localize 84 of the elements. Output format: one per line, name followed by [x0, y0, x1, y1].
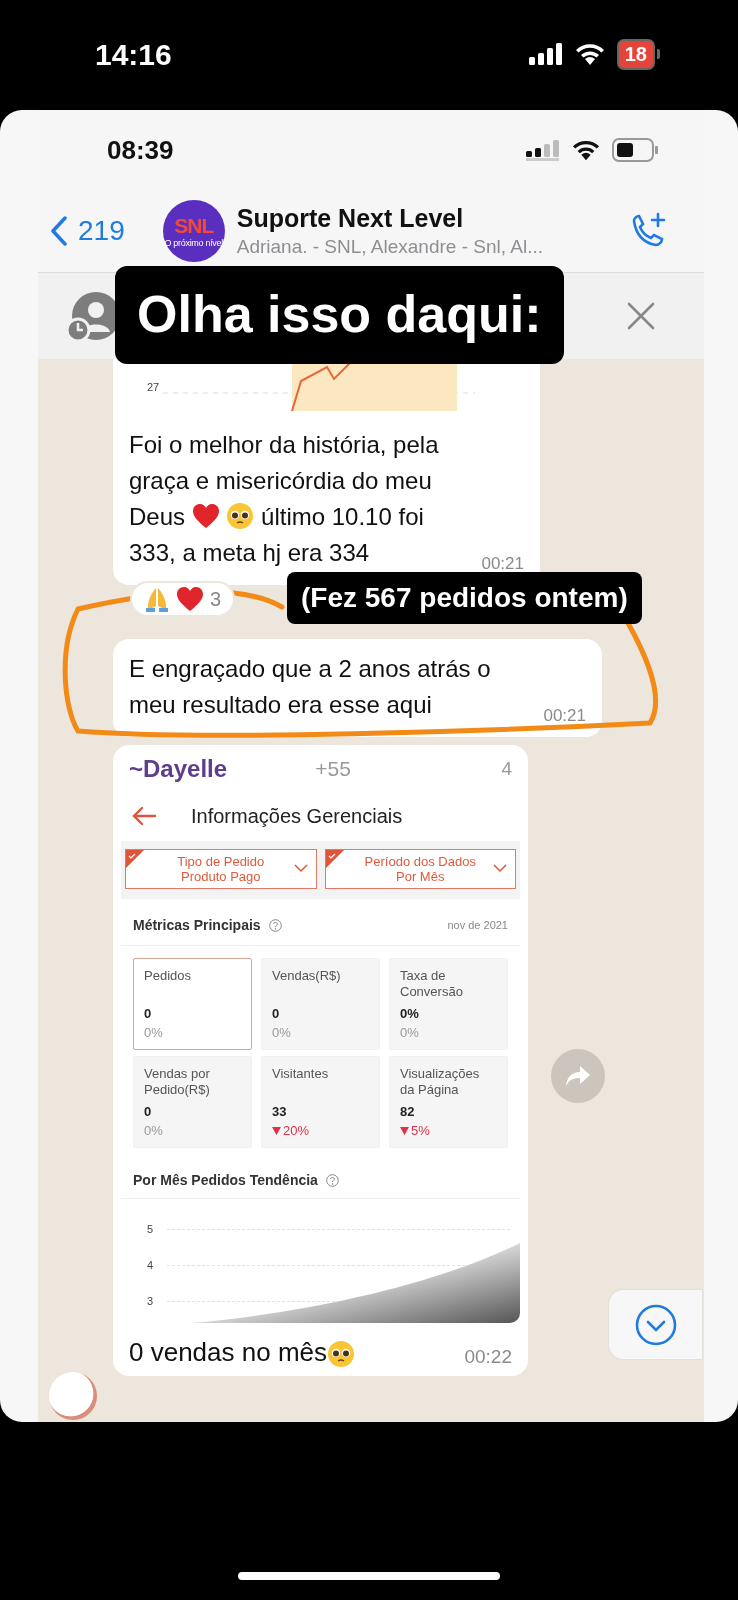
metric-card[interactable]: Visualizações da Página 82 5%	[389, 1056, 508, 1148]
message-text: 333, a meta hj era 334	[129, 538, 370, 568]
filter-dropdown[interactable]: Tipo de Pedido Produto Pago	[125, 849, 317, 889]
chevron-down-icon	[293, 863, 308, 873]
metric-value: 82	[400, 1104, 416, 1119]
metric-change: 5%	[411, 1123, 430, 1138]
metric-value: 0	[144, 1006, 153, 1021]
chevron-left-icon	[50, 216, 68, 246]
axis-tick-label: 3	[147, 1295, 155, 1307]
battery-icon	[612, 138, 658, 162]
period-label: nov de 2021	[447, 919, 508, 931]
metric-card[interactable]: Taxa de Conversão 0% 0%	[389, 958, 508, 1050]
metric-card[interactable]: Vendas por Pedido(R$) 0 0%	[133, 1056, 252, 1148]
status-time: 08:39	[107, 134, 175, 166]
down-triangle-icon	[400, 1126, 409, 1135]
down-triangle-icon	[272, 1126, 281, 1135]
section-title: Métricas Principais	[133, 917, 261, 933]
axis-tick-label: 27	[147, 381, 160, 393]
metric-label: Visitantes	[272, 1066, 330, 1083]
heart-icon	[191, 503, 220, 529]
group-members: Adriana. - SNL, Alexandre - Snl, Al...	[236, 236, 544, 258]
metric-value: 33	[272, 1104, 288, 1119]
metric-label: Vendas(R$)	[272, 968, 342, 985]
message-text: Foi o melhor da história, pela	[129, 431, 439, 458]
message-time: 00:22	[464, 1346, 512, 1368]
back-arrow-icon[interactable]	[131, 806, 157, 826]
message-text: Deus	[129, 503, 186, 530]
axis-tick-label: 5	[147, 1223, 155, 1235]
axis-tick-label: 4	[147, 1259, 155, 1271]
avatar-tagline: O próximo nível	[164, 238, 223, 248]
sender-phone: +55	[315, 757, 352, 781]
metric-change: 0%	[400, 1025, 419, 1040]
message-text: graça e misericórdia do meu	[129, 467, 432, 494]
filter-dropdown[interactable]: Período dos Dados Por Mês	[324, 849, 516, 889]
chevron-down-icon	[493, 863, 507, 873]
pleading-face-icon	[226, 502, 255, 530]
scroll-down-button[interactable]	[609, 1290, 702, 1359]
story-caption: (Fez 567 pedidos ontem)	[287, 572, 642, 624]
close-icon[interactable]	[626, 301, 656, 331]
metric-value: 0%	[400, 1006, 420, 1021]
metric-change: 0%	[272, 1025, 291, 1040]
avatar-logo: SNL	[174, 214, 214, 238]
metric-change: 0%	[144, 1025, 163, 1040]
signal-icon	[526, 139, 560, 161]
metric-change: 0%	[144, 1123, 163, 1138]
back-button[interactable]: 219	[50, 215, 125, 247]
message-time: 00:21	[543, 706, 586, 726]
wifi-icon	[574, 43, 605, 65]
status-time: 14:16	[95, 37, 173, 72]
wifi-icon	[572, 139, 600, 161]
reactions-pill[interactable]: 3	[130, 581, 236, 617]
metric-label: Visualizações da Página	[400, 1066, 481, 1099]
forward-button[interactable]	[551, 1049, 605, 1103]
help-icon[interactable]	[268, 918, 282, 932]
heart-icon	[176, 586, 204, 612]
section-title: Por Mês Pedidos Tendência	[133, 1172, 318, 1188]
metric-card[interactable]: Visitantes 33 20%	[261, 1056, 380, 1148]
story-caption: Olha isso daqui:	[115, 266, 564, 364]
metric-card[interactable]: Vendas(R$) 0 0%	[261, 958, 380, 1050]
reaction-count: 3	[210, 587, 222, 611]
group-title: Suporte Next Level	[236, 204, 465, 233]
metric-label: Vendas por Pedido(R$)	[144, 1066, 211, 1099]
message-text: E engraçado que a 2 anos atrás o	[129, 655, 491, 682]
message-text: 0 vendas no mês	[129, 1337, 327, 1368]
message-time: 00:21	[481, 554, 524, 574]
column-3: 4	[501, 758, 512, 780]
metric-value: 0	[272, 1006, 281, 1021]
battery-percentage: 18	[616, 38, 655, 70]
metric-label: Taxa de Conversão	[400, 968, 464, 1001]
metric-label: Pedidos	[144, 968, 192, 985]
forward-arrow-icon	[565, 1065, 591, 1087]
signal-icon	[528, 43, 563, 65]
screen-title: Informações Gerenciais	[191, 804, 403, 828]
message-text: meu resultado era esse aqui	[129, 690, 432, 720]
help-icon[interactable]	[325, 1173, 339, 1187]
sender-name: ~Dayelle	[129, 755, 229, 783]
message-text: último 10.10 foi	[261, 503, 424, 530]
pleading-face-icon	[327, 1340, 355, 1368]
metric-card[interactable]: Pedidos 0 0%	[133, 958, 252, 1050]
avatar	[49, 1372, 97, 1420]
metric-value: 0	[144, 1104, 153, 1119]
praying-hands-icon	[144, 586, 170, 612]
chevron-down-icon	[634, 1303, 677, 1346]
metric-change: 20%	[283, 1123, 310, 1138]
